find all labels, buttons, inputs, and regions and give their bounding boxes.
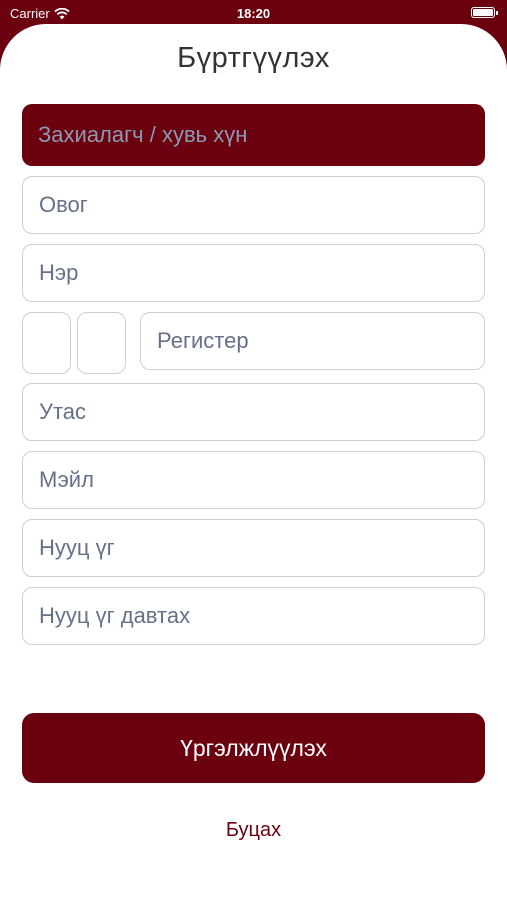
email-field[interactable]: Мэйл	[22, 451, 485, 509]
email-placeholder: Мэйл	[39, 467, 94, 492]
first-name-placeholder: Нэр	[39, 260, 79, 285]
status-time: 18:20	[236, 6, 271, 21]
first-name-field[interactable]: Нэр	[22, 244, 485, 302]
status-bar: Carrier 18:20	[0, 0, 507, 26]
last-name-placeholder: Овог	[39, 192, 88, 217]
phone-placeholder: Утас	[39, 399, 87, 424]
register-letter-1-field[interactable]	[22, 312, 71, 374]
customer-type-placeholder: Захиалагч / хувь хүн	[38, 122, 248, 147]
registration-sheet: Бүртгүүлэх Захиалагч / хувь хүн Овог Нэр…	[0, 24, 507, 900]
phone-field[interactable]: Утас	[22, 383, 485, 441]
register-letter-2-field[interactable]	[77, 312, 126, 374]
battery-icon	[471, 7, 498, 18]
customer-type-select[interactable]: Захиалагч / хувь хүн	[22, 104, 485, 166]
password-placeholder: Нууц үг	[39, 535, 115, 560]
continue-button[interactable]: Үргэлжлүүлэх	[22, 713, 485, 783]
last-name-field[interactable]: Овог	[22, 176, 485, 234]
password-repeat-field[interactable]: Нууц үг давтах	[22, 587, 485, 645]
register-field[interactable]: Регистер	[140, 312, 485, 370]
back-button[interactable]: Буцах	[0, 819, 507, 842]
page-title: Бүртгүүлэх	[177, 42, 330, 74]
register-placeholder: Регистер	[157, 328, 249, 353]
password-repeat-placeholder: Нууц үг давтах	[39, 603, 191, 628]
password-field[interactable]: Нууц үг	[22, 519, 485, 577]
